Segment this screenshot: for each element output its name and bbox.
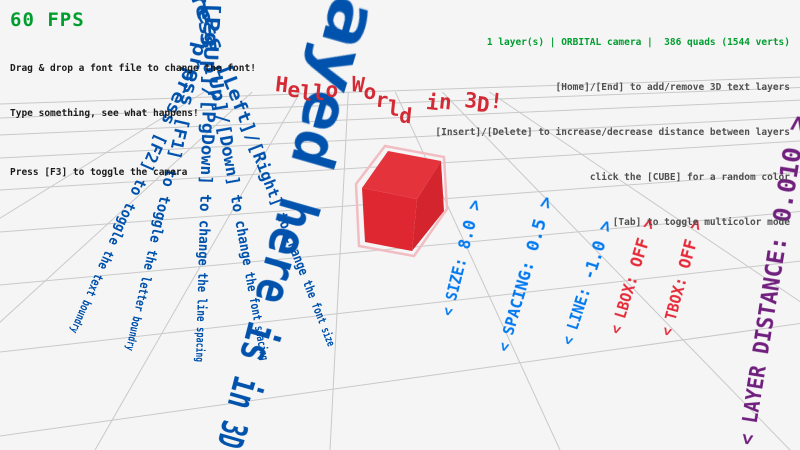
hint-multicolor-mode: [Tab] to toggle multicolor mode xyxy=(435,215,790,230)
fps-counter: 60 FPS xyxy=(10,9,85,31)
cube-front-face[interactable] xyxy=(362,188,417,251)
stats-line: 1 layer(s) | ORBITAL camera | 386 quads … xyxy=(435,35,790,50)
hint-add-remove-layers: [Home]/[End] to add/remove 3D text layer… xyxy=(435,80,790,95)
hint-cube-random-color: click the [CUBE] for a random color xyxy=(435,170,790,185)
help-panel-right: 1 layer(s) | ORBITAL camera | 386 quads … xyxy=(435,5,790,245)
wave-letter: o xyxy=(325,79,340,101)
hint-toggle-camera: Press [F3] to toggle the camera xyxy=(10,165,256,180)
hint-drag-drop: Drag & drop a font file to change the fo… xyxy=(10,61,256,76)
help-panel-left: Drag & drop a font file to change the fo… xyxy=(10,31,256,195)
hint-type-something: Type something, see what happens! xyxy=(10,106,256,121)
hint-layer-distance: [Insert]/[Delete] to increase/decrease d… xyxy=(435,125,790,140)
wave-letter: d xyxy=(398,105,413,127)
